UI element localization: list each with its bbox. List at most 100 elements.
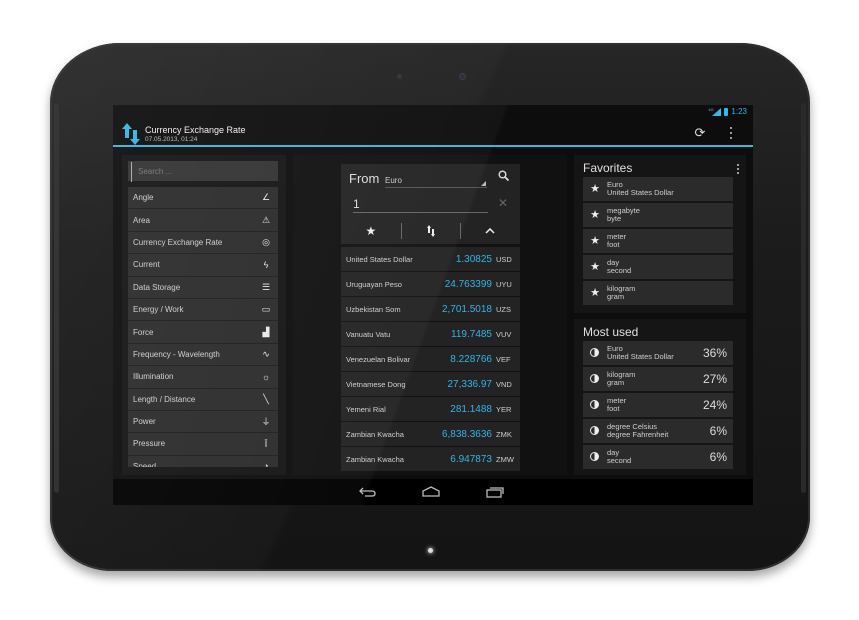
category-item-speed[interactable]: Speed ◔: [128, 455, 278, 467]
light-sensor: [397, 74, 402, 79]
network-type: 4G: [708, 106, 714, 112]
star-icon[interactable]: ★: [588, 182, 602, 195]
back-icon[interactable]: [358, 485, 378, 499]
battery-icon: ▭: [261, 304, 271, 315]
rate-row[interactable]: United States Dollar 1.30825 USD: [341, 247, 520, 272]
favorite-item[interactable]: ★ day second: [583, 255, 733, 279]
category-item-illumination[interactable]: Illumination ☼: [128, 366, 278, 389]
angle-icon: ∠: [261, 192, 271, 203]
speed-icon: ◔: [263, 461, 269, 467]
signal-icon: 4G: [708, 107, 722, 116]
star-icon[interactable]: ★: [588, 286, 602, 299]
search-icon[interactable]: [498, 170, 510, 184]
status-clock: 1:23: [731, 107, 747, 116]
pie-chart-icon: [590, 374, 599, 384]
rate-row[interactable]: Vietnamese Dong 27,336.97 VND: [341, 372, 520, 397]
search-input[interactable]: [131, 161, 281, 182]
favorites-menu-icon[interactable]: [736, 164, 740, 174]
overflow-menu-icon[interactable]: [726, 126, 736, 140]
category-search[interactable]: [128, 161, 281, 182]
from-unit-value: Euro: [385, 176, 402, 185]
lightning-icon: ϟ: [263, 259, 269, 270]
from-unit-spinner[interactable]: Euro: [385, 172, 487, 188]
from-card: From Euro ✕ ★: [341, 164, 520, 244]
rate-row[interactable]: Uzbekistan Som 2,701.5018 UZS: [341, 297, 520, 322]
amount-field[interactable]: [353, 195, 488, 213]
pie-chart-icon: [590, 452, 599, 462]
usage-percent: 24%: [702, 397, 727, 412]
ruler-icon: ╲: [263, 393, 269, 404]
category-item-pressure[interactable]: Pressure Ī: [128, 433, 278, 456]
most-used-item[interactable]: degree Celsius degree Fahrenheit 6%: [583, 419, 733, 443]
screen: 4G 1:23 Currency Exchange Rate 07.05.201…: [113, 105, 753, 505]
battery-icon: [724, 107, 729, 116]
converter-panel: From Euro ✕ ★ United: [293, 155, 567, 475]
rate-row[interactable]: Zambian Kwacha 6,838.3636 ZMK: [341, 422, 520, 447]
speaker-left: [54, 103, 59, 493]
category-item-current[interactable]: Current ϟ: [128, 254, 278, 277]
category-list[interactable]: Angle ∠ Area ⚠ Currency Exchange Rate ◎ Cur…: [128, 187, 278, 467]
most-used-item[interactable]: meter foot 24%: [583, 393, 733, 417]
category-item-length[interactable]: Length / Distance ╲: [128, 388, 278, 411]
rate-row[interactable]: Venezuelan Bolivar 8.228766 VEF: [341, 347, 520, 372]
category-item-currency[interactable]: Currency Exchange Rate ◎: [128, 231, 278, 255]
category-item-force[interactable]: Force ▟: [128, 321, 278, 344]
rate-row[interactable]: Zambian Kwacha 6.947873 ZMW: [341, 447, 520, 471]
status-bar: 4G 1:23: [113, 105, 753, 119]
favorite-item[interactable]: ★ kilogram gram: [583, 281, 733, 305]
most-used-item[interactable]: kilogram gram 27%: [583, 367, 733, 391]
favorite-item[interactable]: ★ Euro United States Dollar: [583, 177, 733, 201]
coin-icon: ◎: [262, 236, 270, 247]
up-down-arrows-icon[interactable]: [122, 123, 140, 145]
most-used-list: Euro United States Dollar 36% kilogram gram…: [583, 341, 733, 471]
star-icon[interactable]: ★: [588, 208, 602, 221]
most-used-panel: Most used Euro United States Dollar 36% ki…: [574, 319, 746, 475]
category-item-energy[interactable]: Energy / Work ▭: [128, 298, 278, 322]
star-icon[interactable]: ★: [341, 220, 401, 242]
star-icon[interactable]: ★: [588, 260, 602, 273]
last-updated: 07.05.2013, 01:24: [145, 136, 198, 143]
force-icon: ▟: [262, 326, 270, 337]
pressure-icon: Ī: [264, 438, 268, 449]
pie-chart-icon: [590, 426, 599, 436]
dropdown-triangle-icon: [481, 181, 486, 186]
rate-row[interactable]: Vanuatu Vatu 119.7485 VUV: [341, 322, 520, 347]
category-item-power[interactable]: Power ⏚: [128, 410, 278, 434]
swap-icon[interactable]: [400, 220, 461, 242]
from-label: From: [349, 171, 380, 186]
rate-row[interactable]: Yemeni Rial 281.1488 YER: [341, 397, 520, 422]
notification-led: [428, 548, 433, 553]
most-used-item[interactable]: day second 6%: [583, 445, 733, 469]
card-actions: ★: [341, 220, 520, 242]
home-icon[interactable]: [421, 485, 441, 499]
amount-input[interactable]: [353, 195, 488, 213]
rate-list[interactable]: United States Dollar 1.30825 USD Uruguayan…: [341, 247, 520, 471]
most-used-title: Most used: [583, 325, 639, 339]
plug-icon: ⏚: [261, 417, 271, 428]
favorite-item[interactable]: ★ megabyte byte: [583, 203, 733, 227]
star-icon[interactable]: ★: [588, 234, 602, 247]
pie-chart-icon: [590, 348, 599, 358]
usage-percent: 27%: [702, 371, 727, 386]
speaker-right: [801, 103, 806, 493]
refresh-icon[interactable]: ⟳: [693, 126, 707, 140]
clear-icon[interactable]: ✕: [498, 196, 508, 210]
usage-percent: 6%: [709, 449, 727, 464]
rate-row[interactable]: Uruguayan Peso 24.763399 UYU: [341, 272, 520, 297]
chevron-up-icon[interactable]: [460, 220, 520, 242]
most-used-item[interactable]: Euro United States Dollar 36%: [583, 341, 733, 365]
favorites-list: ★ Euro United States Dollar ★ megabyte byte …: [583, 177, 733, 307]
category-item-frequency[interactable]: Frequency - Wavelength ∿: [128, 343, 278, 367]
favorites-title: Favorites: [583, 161, 633, 175]
usage-percent: 36%: [702, 345, 727, 360]
usage-percent: 6%: [709, 423, 727, 438]
favorites-panel: Favorites ★ Euro United States Dollar ★ meg…: [574, 155, 746, 313]
category-item-angle[interactable]: Angle ∠: [128, 187, 278, 210]
recent-apps-icon[interactable]: [485, 485, 505, 499]
favorite-item[interactable]: ★ meter foot: [583, 229, 733, 253]
category-item-data-storage[interactable]: Data Storage ☰: [128, 276, 278, 299]
navigation-bar: [113, 479, 753, 505]
action-bar: Currency Exchange Rate 07.05.2013, 01:24…: [113, 119, 753, 147]
category-item-area[interactable]: Area ⚠: [128, 209, 278, 232]
pie-chart-icon: [590, 400, 599, 410]
